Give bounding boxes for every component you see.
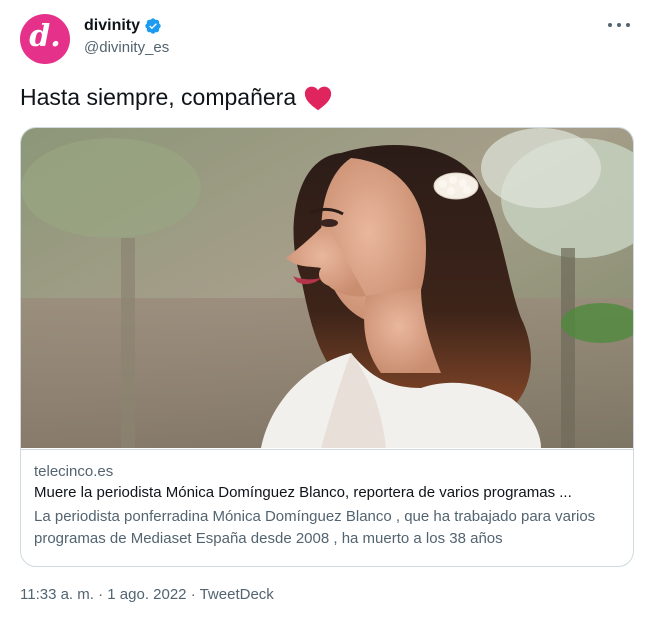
user-info[interactable]: divinity @divinity_es bbox=[84, 17, 169, 56]
user-handle[interactable]: @divinity_es bbox=[84, 39, 169, 56]
name-row: divinity bbox=[84, 17, 169, 35]
link-card[interactable]: telecinco.es Muere la periodista Mónica … bbox=[20, 127, 634, 567]
tweet-date[interactable]: 1 ago. 2022 bbox=[107, 586, 186, 603]
tweet-time[interactable]: 11:33 a. m. bbox=[20, 586, 94, 603]
card-photo[interactable] bbox=[21, 128, 633, 448]
tweet: d. divinity @divinity_es Hasta siempre, … bbox=[0, 0, 650, 620]
tweet-text-content: Hasta siempre, compañera bbox=[20, 84, 297, 110]
card-description: La periodista ponferradina Mónica Domíng… bbox=[34, 508, 596, 547]
card-domain: telecinco.es bbox=[34, 463, 114, 480]
card-title: Muere la periodista Mónica Domínguez Bla… bbox=[34, 484, 572, 501]
meta-separator: · bbox=[93, 586, 108, 603]
verified-badge-icon bbox=[145, 18, 161, 34]
tweet-text: Hasta siempre, compañera bbox=[20, 84, 332, 111]
red-heart-icon bbox=[305, 86, 332, 110]
tweet-meta: 11:33 a. m. · 1 ago. 2022 · TweetDeck bbox=[20, 586, 274, 603]
more-options-icon[interactable] bbox=[608, 16, 630, 34]
card-body[interactable]: telecinco.es Muere la periodista Mónica … bbox=[21, 449, 633, 566]
tweet-source[interactable]: TweetDeck bbox=[200, 586, 274, 603]
meta-separator: · bbox=[186, 586, 200, 603]
avatar[interactable]: d. bbox=[20, 14, 70, 64]
display-name[interactable]: divinity bbox=[84, 17, 140, 35]
avatar-logo: d. bbox=[29, 19, 61, 54]
